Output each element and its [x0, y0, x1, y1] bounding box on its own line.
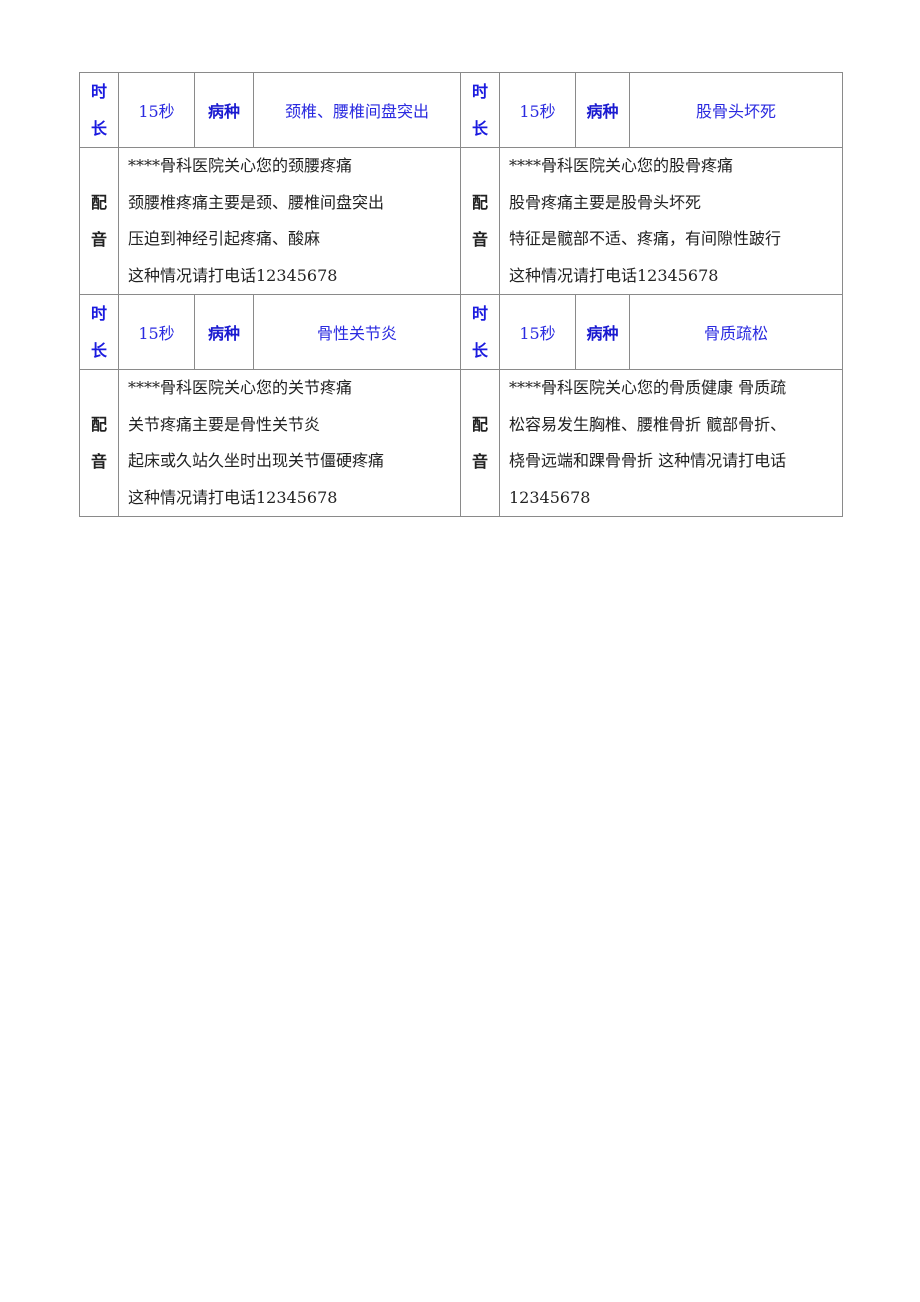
duration-label-cell: 时 长 — [79, 294, 119, 370]
duration-label-char: 时 — [90, 82, 107, 101]
voice-line: 这种情况请打电话12345678 — [509, 265, 719, 285]
voice-line: ****骨科医院关心您的颈腰疼痛 — [128, 156, 353, 175]
duration-label-char: 时 — [90, 304, 107, 323]
duration-value: 15秒 — [499, 72, 576, 148]
disease-label: 病种 — [575, 294, 630, 370]
voice-line: 关节疼痛主要是骨性关节炎 — [128, 414, 321, 434]
voice-line: 股骨疼痛主要是股骨头坏死 — [509, 192, 702, 212]
voice-line: 这种情况请打电话12345678 — [128, 265, 338, 285]
duration-label-char: 长 — [471, 119, 488, 138]
duration-label-char: 长 — [90, 119, 107, 138]
duration-value: 15秒 — [499, 294, 576, 370]
voice-label-char: 音 — [90, 230, 107, 249]
duration-label-cell: 时 长 — [460, 72, 500, 148]
voice-label-cell: 配 音 — [460, 147, 500, 295]
voice-label-char: 配 — [471, 415, 488, 434]
duration-label-cell: 时 长 — [460, 294, 500, 370]
voice-line: 起床或久站久坐时出现关节僵硬疼痛 — [128, 451, 385, 470]
voice-label-cell: 配 音 — [79, 147, 119, 295]
voice-label-char: 音 — [471, 452, 488, 471]
voice-line: 12345678 — [509, 487, 591, 507]
voice-label-char: 配 — [471, 193, 488, 212]
disease-label: 病种 — [194, 294, 254, 370]
disease-label: 病种 — [194, 72, 254, 148]
voice-script: ****骨科医院关心您的关节疼痛 关节疼痛主要是骨性关节炎 起床或久站久坐时出现… — [118, 369, 461, 517]
voice-line: 这种情况请打电话12345678 — [128, 487, 338, 507]
duration-label-char: 长 — [471, 341, 488, 360]
disease-value: 骨性关节炎 — [253, 294, 461, 370]
duration-label-char: 时 — [471, 82, 488, 101]
duration-value: 15秒 — [118, 72, 195, 148]
table-row-voice-1: 配 音 ****骨科医院关心您的颈腰疼痛 颈腰椎疼痛主要是颈、腰椎间盘突出 压迫… — [79, 147, 843, 295]
table-row-header-2: 时 长 15秒 病种 骨性关节炎 时 长 15秒 病种 骨质疏松 — [79, 294, 843, 370]
voice-label-char: 音 — [90, 452, 107, 471]
duration-label-char: 时 — [471, 304, 488, 323]
disease-value: 股骨头坏死 — [629, 72, 843, 148]
disease-value: 骨质疏松 — [629, 294, 843, 370]
voice-line: 特征是髋部不适、疼痛，有间隙性跛行 — [509, 229, 782, 248]
document-page: 时 长 15秒 病种 颈椎、腰椎间盘突出 时 长 15秒 病种 股骨头坏死 配 … — [79, 72, 843, 517]
voice-script: ****骨科医院关心您的股骨疼痛 股骨疼痛主要是股骨头坏死 特征是髋部不适、疼痛… — [499, 147, 843, 295]
voice-line: 颈腰椎疼痛主要是颈、腰椎间盘突出 — [128, 192, 385, 212]
duration-label-cell: 时 长 — [79, 72, 119, 148]
voice-label-cell: 配 音 — [460, 369, 500, 517]
voice-label-char: 配 — [90, 193, 107, 212]
voice-line: 压迫到神经引起疼痛、酸麻 — [128, 229, 321, 248]
voice-label-cell: 配 音 — [79, 369, 119, 517]
voice-line: 桡骨远端和踝骨骨折 这种情况请打电话 — [509, 451, 787, 470]
ad-script-table: 时 长 15秒 病种 颈椎、腰椎间盘突出 时 长 15秒 病种 股骨头坏死 配 … — [79, 72, 843, 517]
table-row-voice-2: 配 音 ****骨科医院关心您的关节疼痛 关节疼痛主要是骨性关节炎 起床或久站久… — [79, 369, 843, 517]
duration-value: 15秒 — [118, 294, 195, 370]
voice-line: ****骨科医院关心您的关节疼痛 — [128, 378, 353, 397]
voice-line: 松容易发生胸椎、腰椎骨折 髋部骨折、 — [509, 414, 787, 434]
voice-script: ****骨科医院关心您的骨质健康 骨质疏 松容易发生胸椎、腰椎骨折 髋部骨折、 … — [499, 369, 843, 517]
disease-value: 颈椎、腰椎间盘突出 — [253, 72, 461, 148]
voice-line: ****骨科医院关心您的股骨疼痛 — [509, 156, 734, 175]
disease-label: 病种 — [575, 72, 630, 148]
voice-label-char: 音 — [471, 230, 488, 249]
voice-label-char: 配 — [90, 415, 107, 434]
table-row-header-1: 时 长 15秒 病种 颈椎、腰椎间盘突出 时 长 15秒 病种 股骨头坏死 — [79, 72, 843, 148]
duration-label-char: 长 — [90, 341, 107, 360]
voice-line: ****骨科医院关心您的骨质健康 骨质疏 — [509, 378, 787, 397]
voice-script: ****骨科医院关心您的颈腰疼痛 颈腰椎疼痛主要是颈、腰椎间盘突出 压迫到神经引… — [118, 147, 461, 295]
